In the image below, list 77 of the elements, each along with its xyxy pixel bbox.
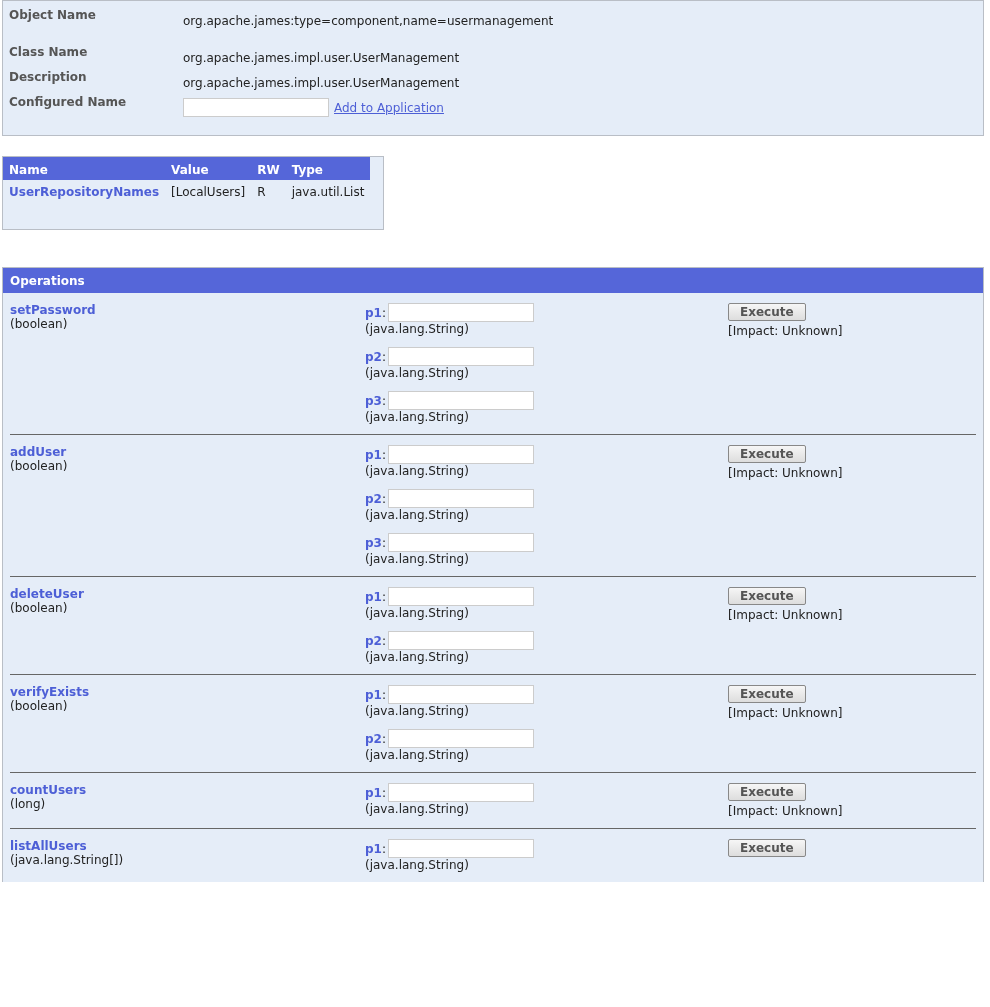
parameter-field[interactable] xyxy=(388,489,534,508)
execute-button[interactable]: Execute xyxy=(728,685,806,703)
parameter-field[interactable] xyxy=(388,347,534,366)
operation-name: addUser xyxy=(10,445,68,459)
parameter-label: p2: xyxy=(365,349,386,364)
parameter-label: p1: xyxy=(365,447,386,462)
return-type: (java.lang.String[]) xyxy=(10,853,125,867)
return-type: (boolean) xyxy=(10,699,69,713)
parameter-type: (java.lang.String) xyxy=(365,748,470,762)
attribute-name: UserRepositoryNames xyxy=(3,180,166,204)
table-cell: [LocalUsers] xyxy=(165,180,252,204)
execute-button[interactable]: Execute xyxy=(728,783,806,801)
impact-text: [Impact: Unknown] xyxy=(728,706,843,720)
operation-name: listAllUsers xyxy=(10,839,88,853)
return-type: (boolean) xyxy=(10,459,69,473)
operations-header: Operations xyxy=(3,268,983,293)
execute-button[interactable]: Execute xyxy=(728,839,806,857)
parameter-type: (java.lang.String) xyxy=(365,464,470,478)
column-header: Name xyxy=(3,157,166,180)
impact-text: [Impact: Unknown] xyxy=(728,608,843,622)
parameter-type: (java.lang.String) xyxy=(365,802,470,816)
add-to-application-link[interactable]: Add to Application xyxy=(334,100,444,115)
field-value: org.apache.james:type=component,name=usermanagement xyxy=(183,13,555,28)
operation-name: deleteUser xyxy=(10,587,85,601)
operation-name: verifyExists xyxy=(10,685,91,699)
parameter-label: p1: xyxy=(365,687,386,702)
column-header: Type xyxy=(285,157,371,180)
parameter-type: (java.lang.String) xyxy=(365,322,470,336)
parameter-field[interactable] xyxy=(388,587,534,606)
field-value: org.apache.james.impl.user.UserManagement xyxy=(183,50,461,65)
parameter-field[interactable] xyxy=(388,783,534,802)
impact-text: [Impact: Unknown] xyxy=(728,324,843,338)
parameter-type: (java.lang.String) xyxy=(365,366,470,380)
table-cell: java.util.List xyxy=(285,180,371,204)
parameter-field[interactable] xyxy=(388,631,534,650)
execute-button[interactable]: Execute xyxy=(728,445,806,463)
column-header: Value xyxy=(165,157,252,180)
execute-button[interactable]: Execute xyxy=(728,587,806,605)
parameter-type: (java.lang.String) xyxy=(365,606,470,620)
return-type: (boolean) xyxy=(10,601,69,615)
field-label: Class Name xyxy=(9,45,89,59)
parameter-field[interactable] xyxy=(388,391,534,410)
field-label: Description xyxy=(9,70,88,84)
parameter-label: p3: xyxy=(365,393,386,408)
parameter-field[interactable] xyxy=(388,685,534,704)
parameter-label: p1: xyxy=(365,785,386,800)
return-type: (boolean) xyxy=(10,317,69,331)
parameter-field[interactable] xyxy=(388,445,534,464)
parameter-type: (java.lang.String) xyxy=(365,508,470,522)
parameter-field[interactable] xyxy=(388,303,534,322)
parameter-type: (java.lang.String) xyxy=(365,650,470,664)
parameter-label: p1: xyxy=(365,305,386,320)
parameter-type: (java.lang.String) xyxy=(365,704,470,718)
impact-text: [Impact: Unknown] xyxy=(728,466,843,480)
parameter-label: p2: xyxy=(365,633,386,648)
field-label: Configured Name xyxy=(9,95,128,109)
field-label: Object Name xyxy=(9,8,97,22)
parameter-type: (java.lang.String) xyxy=(365,858,470,872)
parameter-label: p2: xyxy=(365,491,386,506)
execute-button[interactable]: Execute xyxy=(728,303,806,321)
table-cell: R xyxy=(251,180,286,204)
configured-name-field[interactable] xyxy=(183,98,329,117)
operation-name: countUsers xyxy=(10,783,88,797)
parameter-field[interactable] xyxy=(388,533,534,552)
parameter-label: p2: xyxy=(365,731,386,746)
operation-name: setPassword xyxy=(10,303,97,317)
parameter-type: (java.lang.String) xyxy=(365,552,470,566)
parameter-label: p1: xyxy=(365,841,386,856)
parameter-type: (java.lang.String) xyxy=(365,410,470,424)
column-header: RW xyxy=(251,157,286,180)
return-type: (long) xyxy=(10,797,47,811)
parameter-label: p3: xyxy=(365,535,386,550)
impact-text: [Impact: Unknown] xyxy=(728,804,843,818)
parameter-label: p1: xyxy=(365,589,386,604)
field-value: org.apache.james.impl.user.UserManagement xyxy=(183,75,461,90)
parameter-field[interactable] xyxy=(388,729,534,748)
parameter-field[interactable] xyxy=(388,839,534,858)
